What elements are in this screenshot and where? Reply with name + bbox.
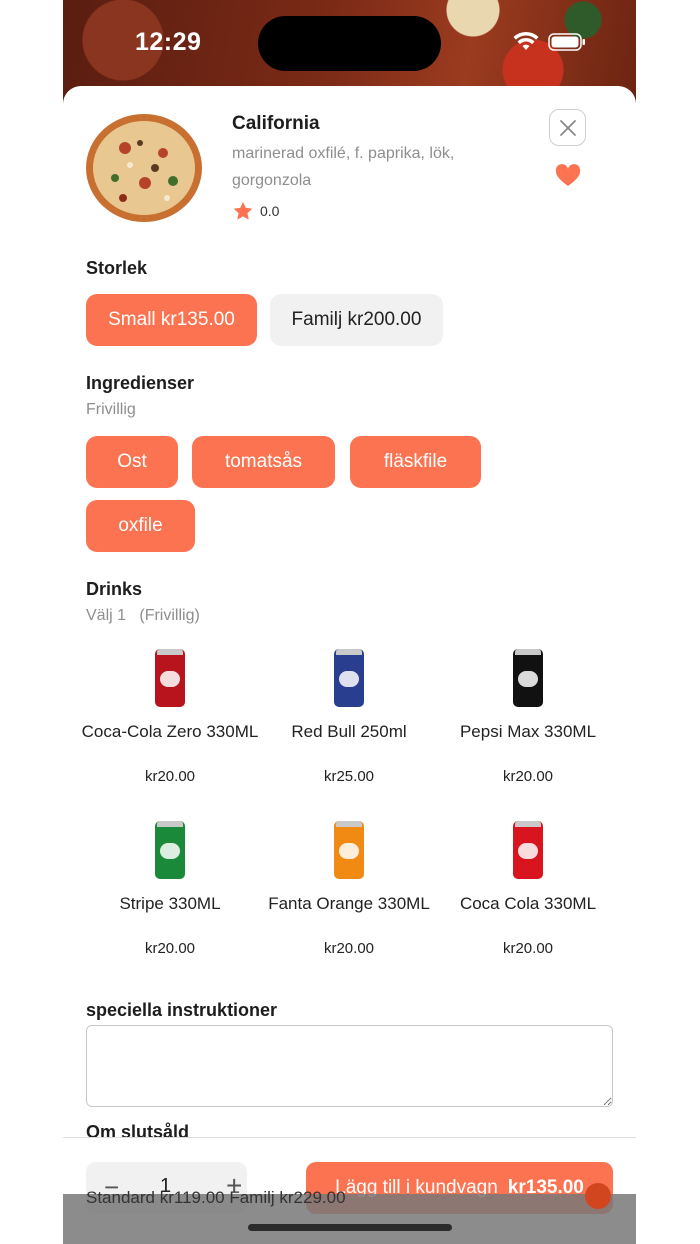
status-time: 12:29 bbox=[135, 28, 202, 56]
drinks-title: Drinks bbox=[86, 579, 143, 599]
rating-value: 0.0 bbox=[260, 203, 280, 219]
drink-name: Fanta Orange 330ML bbox=[268, 894, 430, 913]
ingredients-subtitle: Frivillig bbox=[86, 401, 136, 418]
size-option-small[interactable]: Small kr135.00 bbox=[86, 294, 257, 346]
coca-cola-can-icon bbox=[513, 821, 543, 879]
pepsi-max-can-icon bbox=[513, 649, 543, 707]
status-bar: 12:29 bbox=[63, 0, 636, 86]
drink-name: Coca Cola 330ML bbox=[459, 894, 597, 913]
ingredients-title: Ingredienser bbox=[86, 373, 195, 393]
dynamic-island bbox=[258, 16, 441, 71]
home-indicator bbox=[248, 1224, 452, 1231]
drink-name: Stripe 330ML bbox=[119, 894, 221, 913]
drink-price: kr25.00 bbox=[323, 768, 375, 785]
favorite-heart-icon[interactable] bbox=[555, 164, 581, 188]
underlying-price-text: Standard kr119.00 Familj kr229.00 bbox=[86, 1188, 346, 1207]
product-sheet: California marinerad oxfilé, f. paprika,… bbox=[63, 86, 636, 1244]
pizza-image bbox=[86, 114, 202, 222]
wifi-icon bbox=[513, 31, 539, 50]
drink-price: kr20.00 bbox=[502, 940, 554, 957]
ingredient-flaskfile[interactable]: fläskfile bbox=[350, 436, 481, 488]
drink-item[interactable]: Pepsi Max 330ML kr20.00 bbox=[439, 649, 617, 785]
close-button[interactable] bbox=[549, 109, 586, 146]
drink-name: Red Bull 250ml bbox=[291, 722, 407, 741]
ingredient-oxfile[interactable]: oxfile bbox=[86, 500, 195, 552]
drink-item[interactable]: Coca Cola 330ML kr20.00 bbox=[439, 821, 617, 957]
drink-item[interactable]: Red Bull 250ml kr25.00 bbox=[260, 649, 438, 785]
fanta-can-icon bbox=[334, 821, 364, 879]
drink-price: kr20.00 bbox=[323, 940, 375, 957]
ingredient-ost[interactable]: Ost bbox=[86, 436, 178, 488]
close-icon bbox=[559, 119, 576, 136]
instructions-textarea[interactable] bbox=[86, 1025, 613, 1107]
rating: 0.0 bbox=[232, 200, 279, 222]
red-bull-can-icon bbox=[334, 649, 364, 707]
product-name: California bbox=[232, 113, 320, 134]
device-screen: 12:29 California marinerad oxfilé, f. pa… bbox=[63, 0, 636, 1244]
drink-name: Pepsi Max 330ML bbox=[459, 722, 597, 741]
cart-badge bbox=[585, 1183, 611, 1209]
drinks-subtitle: Välj 1 (Frivillig) bbox=[86, 607, 200, 624]
drink-price: kr20.00 bbox=[144, 768, 196, 785]
drink-item[interactable]: Coca-Cola Zero 330ML kr20.00 bbox=[81, 649, 259, 785]
size-option-familj[interactable]: Familj kr200.00 bbox=[270, 294, 443, 346]
drink-name: Coca-Cola Zero 330ML bbox=[81, 722, 259, 741]
sprite-can-icon bbox=[155, 821, 185, 879]
product-description: marinerad oxfilé, f. paprika, lök, gorgo… bbox=[232, 145, 455, 189]
drink-item[interactable]: Stripe 330ML kr20.00 bbox=[81, 821, 259, 957]
ingredient-tomatsas[interactable]: tomatsås bbox=[192, 436, 335, 488]
drink-item[interactable]: Fanta Orange 330ML kr20.00 bbox=[260, 821, 438, 957]
drink-price: kr20.00 bbox=[144, 940, 196, 957]
instructions-title: speciella instruktioner bbox=[86, 1000, 278, 1020]
star-icon bbox=[233, 201, 253, 220]
battery-icon bbox=[548, 33, 585, 51]
coca-cola-zero-can-icon bbox=[155, 649, 185, 707]
size-title: Storlek bbox=[86, 258, 148, 278]
drink-price: kr20.00 bbox=[502, 768, 554, 785]
